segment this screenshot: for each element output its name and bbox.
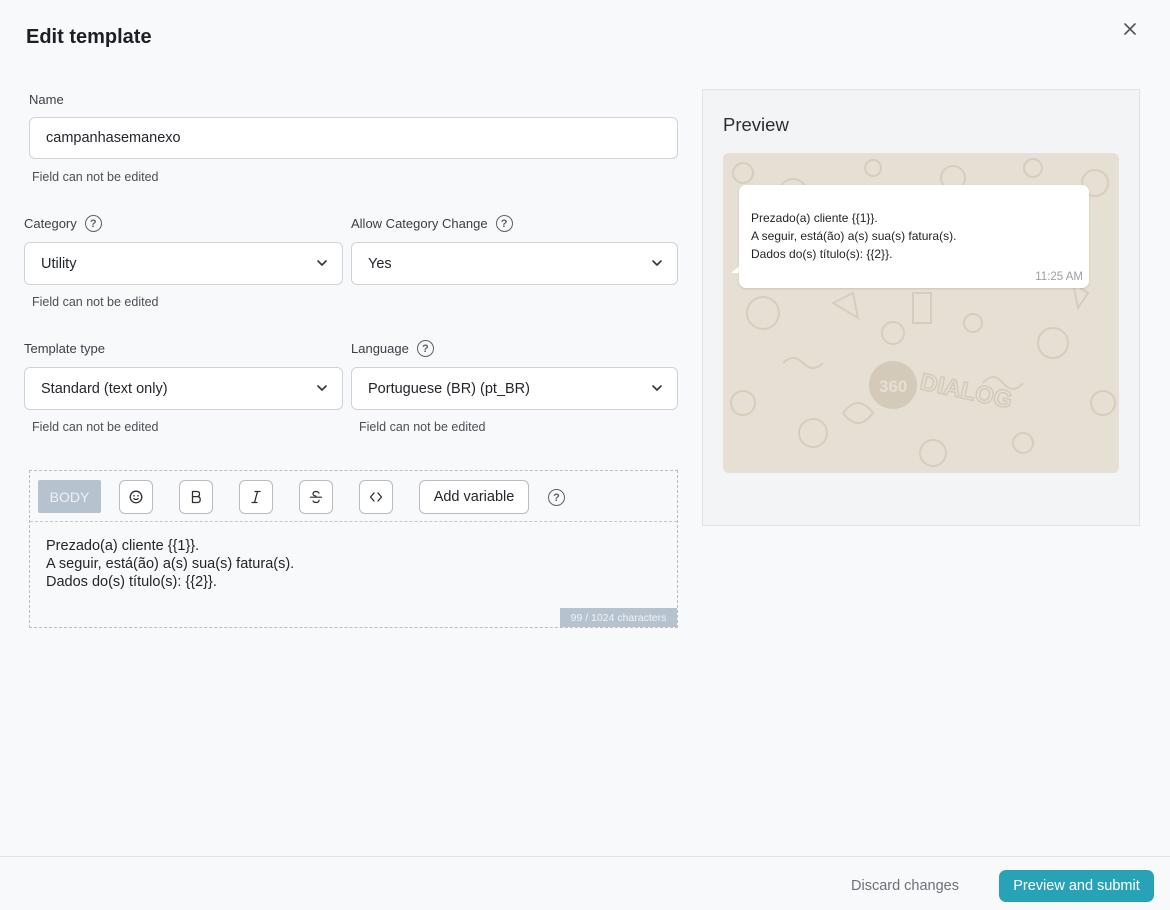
name-hint: Field can not be edited (32, 170, 159, 184)
name-label: Name (29, 92, 64, 107)
help-icon[interactable]: ? (548, 489, 565, 506)
bold-icon (191, 490, 201, 504)
svg-text:DIALOG: DIALOG (918, 368, 1015, 414)
page-title: Edit template (26, 26, 152, 48)
category-value: Utility (41, 255, 77, 272)
language-label: Language ? (351, 340, 434, 357)
help-icon[interactable]: ? (495, 215, 513, 232)
language-hint: Field can not be edited (359, 420, 486, 434)
close-button[interactable] (1120, 19, 1140, 39)
allow-category-change-value: Yes (368, 255, 392, 272)
strikethrough-button[interactable] (299, 480, 333, 514)
svg-text:360: 360 (879, 377, 907, 396)
emoji-button[interactable] (119, 480, 153, 514)
preview-title: Preview (723, 114, 789, 135)
message-bubble: Prezado(a) cliente {{1}}. A seguir, está… (739, 185, 1089, 288)
char-count: 99 / 1024 characters (560, 608, 677, 627)
chevron-down-icon (317, 260, 327, 266)
chevron-down-icon (652, 260, 662, 266)
help-icon[interactable]: ? (416, 340, 434, 357)
language-select[interactable]: Portuguese (BR) (pt_BR) (351, 367, 678, 410)
template-type-hint: Field can not be edited (32, 420, 159, 434)
whatsapp-preview: 360 DIALOG Prezado(a) cliente {{1}}. A s… (723, 153, 1119, 473)
footer: Discard changes Preview and submit (0, 856, 1170, 910)
preview-panel: Preview 360 DIALOG Prezado(a) cliente {{… (702, 89, 1140, 526)
template-type-label: Template type (24, 341, 105, 356)
category-select[interactable]: Utility (24, 242, 343, 285)
discard-changes-button[interactable]: Discard changes (851, 878, 959, 894)
body-section-tag[interactable]: BODY (38, 480, 101, 513)
template-type-value: Standard (text only) (41, 380, 168, 397)
template-type-select[interactable]: Standard (text only) (24, 367, 343, 410)
language-value: Portuguese (BR) (pt_BR) (368, 380, 530, 397)
category-label: Category ? (24, 215, 102, 232)
preview-and-submit-button[interactable]: Preview and submit (999, 870, 1154, 902)
chevron-down-icon (317, 385, 327, 391)
editor-toolbar: BODY Add variable ? (30, 471, 677, 522)
allow-category-change-label: Allow Category Change ? (351, 215, 513, 232)
body-editor: BODY Add variable ? Prezado(a) cliente {… (29, 470, 678, 628)
body-text[interactable]: Prezado(a) cliente {{1}}. A seguir, está… (46, 537, 294, 591)
help-icon[interactable]: ? (84, 215, 102, 232)
allow-category-change-select[interactable]: Yes (351, 242, 678, 285)
italic-button[interactable] (239, 480, 273, 514)
strikethrough-icon (309, 490, 323, 504)
category-hint: Field can not be edited (32, 295, 159, 309)
emoji-icon (129, 490, 143, 504)
close-icon[interactable] (1124, 23, 1136, 35)
name-input[interactable]: campanhasemanexo (29, 117, 678, 159)
bold-button[interactable] (179, 480, 213, 514)
message-time: 11:25 AM (1035, 271, 1083, 283)
add-variable-button[interactable]: Add variable (419, 480, 529, 514)
code-button[interactable] (359, 480, 393, 514)
chevron-down-icon (652, 385, 662, 391)
code-icon (369, 492, 383, 502)
message-text: Prezado(a) cliente {{1}}. A seguir, está… (751, 211, 957, 261)
italic-icon (251, 490, 261, 504)
